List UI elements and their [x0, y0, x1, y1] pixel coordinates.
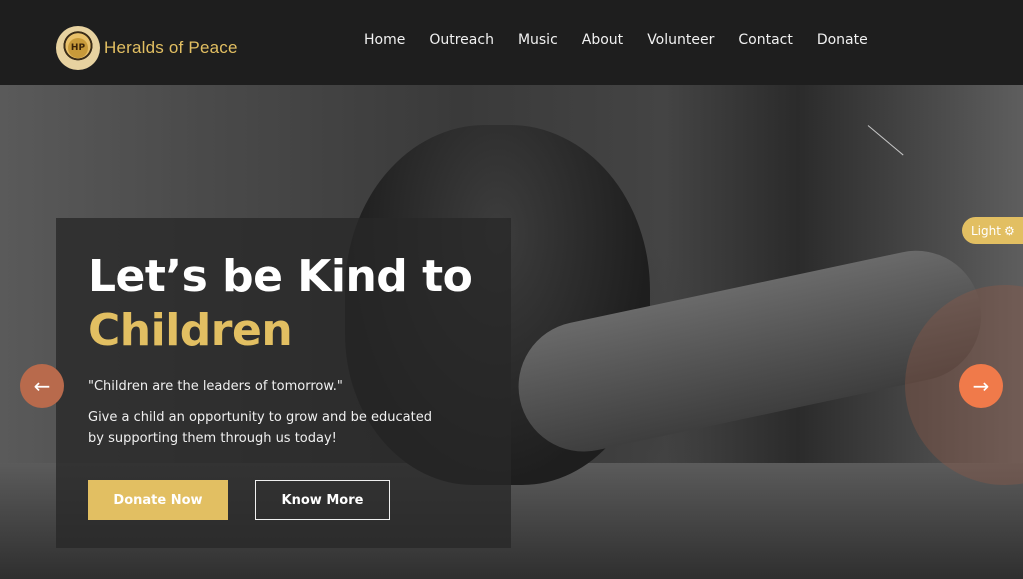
nav-contact[interactable]: Contact — [726, 30, 804, 50]
nav-music[interactable]: Music — [506, 30, 570, 50]
nav-donate[interactable]: Donate — [805, 30, 880, 50]
know-more-button[interactable]: Know More — [255, 480, 390, 520]
arrow-left-icon: ← — [33, 374, 51, 398]
site-header: HP Heralds of Peace Home Outreach Music … — [0, 0, 1023, 85]
hero-headline: Let’s be Kind to Children — [88, 250, 473, 358]
hero-quote: "Children are the leaders of tomorrow." — [88, 379, 343, 394]
nav-home[interactable]: Home — [352, 30, 417, 50]
logo-emblem-icon: HP — [56, 26, 100, 70]
nav-outreach[interactable]: Outreach — [417, 30, 506, 50]
main-nav: Home Outreach Music About Volunteer Cont… — [352, 30, 880, 50]
hero-streak-decoration — [867, 125, 904, 156]
hero-headline-line1: Let’s be Kind to — [88, 251, 473, 302]
hero-slider: Let’s be Kind to Children "Children are … — [0, 85, 1023, 579]
palette-icon: ⚙ — [1003, 223, 1015, 238]
theme-toggle-button[interactable]: Light ⚙ — [962, 217, 1023, 244]
arrow-right-icon: → — [972, 374, 990, 398]
hero-caption-card: Let’s be Kind to Children "Children are … — [56, 218, 511, 548]
slider-next-button[interactable]: → — [959, 364, 1003, 408]
hero-headline-line2: Children — [88, 305, 293, 356]
slider-prev-button[interactable]: ← — [20, 364, 64, 408]
site-logo[interactable]: HP Heralds of Peace — [56, 26, 238, 70]
donate-now-button[interactable]: Donate Now — [88, 480, 228, 520]
logo-text: Heralds of Peace — [104, 38, 238, 57]
nav-about[interactable]: About — [570, 30, 635, 50]
nav-volunteer[interactable]: Volunteer — [635, 30, 726, 50]
theme-toggle-label: Light — [971, 223, 1001, 238]
logo-emblem-monogram: HP — [68, 38, 88, 58]
hero-description: Give a child an opportunity to grow and … — [88, 410, 432, 446]
